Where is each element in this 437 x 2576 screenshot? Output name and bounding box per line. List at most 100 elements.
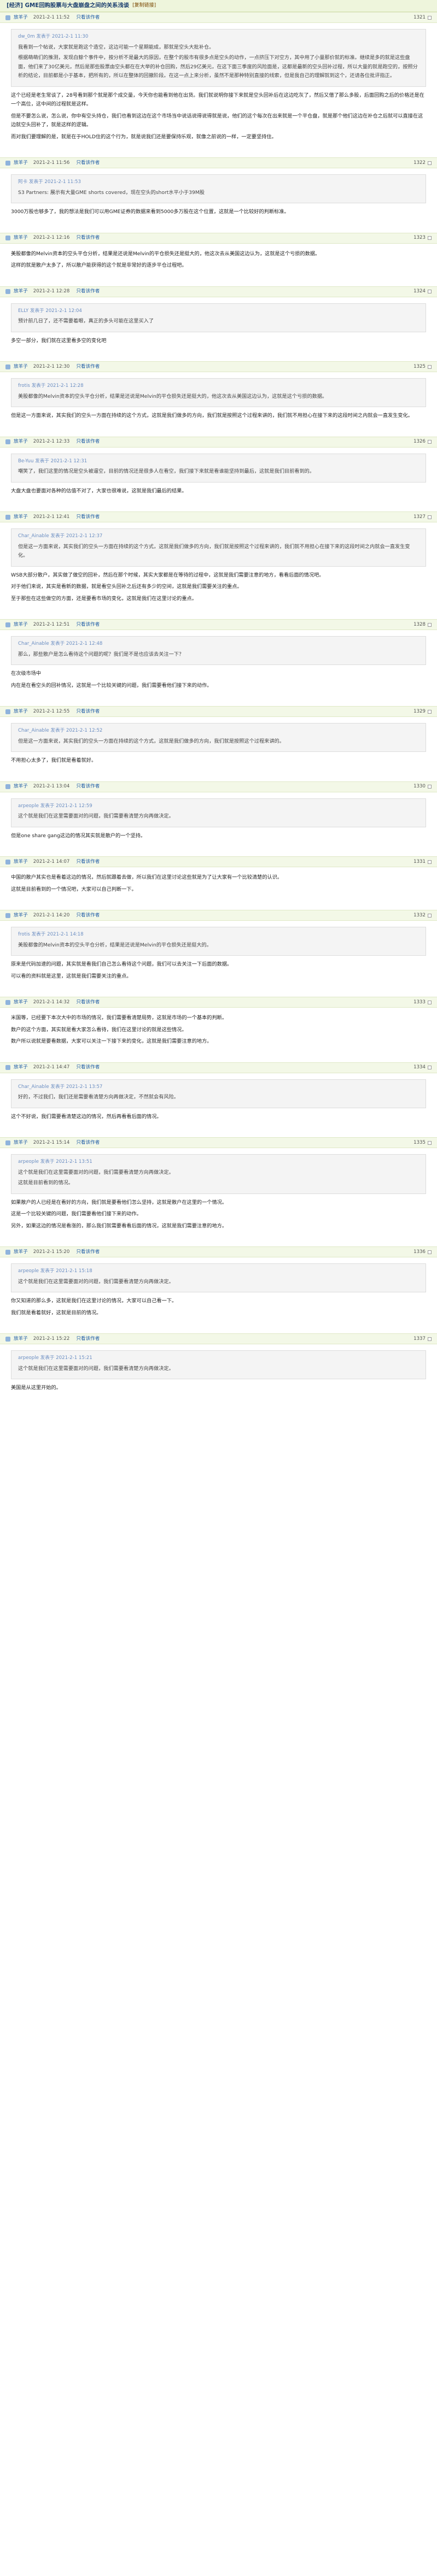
quote-block: Char_Ainable 发表于 2021-2-1 12:52 但是这一方面来说，… — [11, 723, 426, 752]
post-author-link[interactable]: 放羊子 — [14, 1334, 28, 1344]
post-text: 如果散户的人已经是在看好的方向，我们就是要看他们怎么坚持，这就是散户在这里的一个… — [11, 1199, 228, 1205]
only-author-link[interactable]: 只看该作者 — [76, 1138, 100, 1148]
only-author-link[interactable]: 只看该作者 — [76, 620, 100, 630]
floor-checkbox-icon[interactable] — [428, 1250, 432, 1254]
only-author-link[interactable]: 只看该作者 — [76, 911, 100, 920]
only-author-link[interactable]: 只看该作者 — [76, 13, 100, 22]
only-author-link[interactable]: 只看该作者 — [76, 1334, 100, 1344]
floor-checkbox-icon[interactable] — [428, 1140, 432, 1145]
post-author-link[interactable]: 放羊子 — [14, 1138, 28, 1148]
only-author-link[interactable]: 只看该作者 — [76, 437, 100, 446]
post-author-link[interactable]: 放羊子 — [14, 287, 28, 296]
floor-checkbox-icon[interactable] — [428, 860, 432, 864]
only-author-link[interactable]: 只看该作者 — [76, 707, 100, 716]
floor-checkbox-icon[interactable] — [428, 515, 432, 519]
only-author-link[interactable]: 只看该作者 — [76, 998, 100, 1007]
post-author-link[interactable]: 放羊子 — [14, 362, 28, 372]
post: 放羊子 2021-2-1 12:30 只看该作者 1325 frotis 发表于 202… — [0, 361, 437, 437]
quote-meta: 阿卡 发表于 2021-2-1 11:53 — [18, 179, 81, 185]
thread-title: [经济] GME回购股票与大盘崩盘之间的关系浅谈 — [7, 2, 130, 9]
avatar-icon — [5, 1336, 10, 1342]
floor-checkbox-icon[interactable] — [428, 440, 432, 444]
floor-checkbox-icon[interactable] — [428, 1337, 432, 1341]
post-author-link[interactable]: 放羊子 — [14, 707, 28, 716]
floor-checkbox-icon[interactable] — [428, 622, 432, 627]
floor-checkbox-icon[interactable] — [428, 913, 432, 918]
post-body: 米国等，已经要下本次大中的市场的情况，我们需要看清楚局势，这就是市场的一个基本的… — [0, 1008, 437, 1062]
post-text: 美股都像的Melvin资本的空头平仓分析，结果是还说是Melvin的平仓损失还是… — [11, 250, 321, 257]
post-text: 原来是代码加速的问题，其实就是看我们自己怎么看待这个问题，我们可以去关注一下后面… — [11, 961, 232, 967]
post-text: 可以看的资料就是这里，这就是我们需要关注的重点。 — [11, 973, 132, 979]
only-author-link[interactable]: 只看该作者 — [76, 1063, 100, 1072]
post-author-link[interactable]: 放羊子 — [14, 857, 28, 867]
post-author-link[interactable]: 放羊子 — [14, 13, 28, 22]
only-author-link[interactable]: 只看该作者 — [76, 158, 100, 168]
floor-number: 1329 — [413, 708, 426, 714]
post-author-link[interactable]: 放羊子 — [14, 620, 28, 630]
thread-page: [经济] GME回购股票与大盘崩盘之间的关系浅谈 [复制链接] 放羊子 2021-… — [0, 0, 437, 2576]
floor-checkbox-icon[interactable] — [428, 15, 432, 20]
only-author-link[interactable]: 只看该作者 — [76, 1248, 100, 1257]
only-author-link[interactable]: 只看该作者 — [76, 287, 100, 296]
post-text: 这样的就是散户太多了，所以散户能获得的这个就是非常好的逐步平仓过程吧。 — [11, 262, 187, 268]
post-body: dw_0m 发表于 2021-2-1 11:30 我看到一个帖说，大家就是跑这个造… — [0, 23, 437, 157]
post-tail-spacer — [11, 1396, 426, 1403]
post-text: 但是不要怎么说，怎么说，你中有空头持仓，我们也看到这边在这个市场当中说话说得说得… — [11, 113, 423, 128]
floor-number: 1324 — [413, 289, 426, 295]
post-text: 这个不好说，我们需要看清楚这边的情况，然后再看看后面的情况。 — [11, 1113, 162, 1120]
floor-checkbox-icon[interactable] — [428, 709, 432, 714]
quote-text: 预计前几日了，还不需要着眼，真正的多头可能在这里买入了 — [18, 318, 154, 324]
floor-checkbox-icon[interactable] — [428, 785, 432, 789]
post-body: frotis 发表于 2021-2-1 14:18 美股都像的Melvin资本的空… — [0, 921, 437, 997]
post-header: 放羊子 2021-2-1 12:33 只看该作者 1326 — [0, 436, 437, 448]
floor-checkbox-icon[interactable] — [428, 1066, 432, 1069]
post: 放羊子 2021-2-1 12:51 只看该作者 1328 Char_Ainable 发… — [0, 619, 437, 706]
quote-block: Char_Ainable 发表于 2021-2-1 12:37 但是这一方面来说，… — [11, 528, 426, 567]
post-body: Char_Ainable 发表于 2021-2-1 12:37 但是这一方面来说，… — [0, 522, 437, 619]
post-time: 2021-2-1 15:14 — [33, 1139, 70, 1145]
post-time: 2021-2-1 11:52 — [33, 14, 70, 20]
post-tail-spacer — [11, 1124, 426, 1132]
avatar-icon — [5, 784, 10, 789]
post-author-link[interactable]: 放羊子 — [14, 911, 28, 920]
floor-checkbox-icon[interactable] — [428, 1000, 432, 1004]
post-author-link[interactable]: 放羊子 — [14, 1063, 28, 1072]
post-author-link[interactable]: 放羊子 — [14, 998, 28, 1007]
floor-checkbox-icon[interactable] — [428, 161, 432, 165]
quote-text: 我看到一个帖说，大家就是跑这个造空，这边可能一个星期能成，那就是空头大批补仓。 — [18, 44, 214, 50]
only-author-link[interactable]: 只看该作者 — [76, 513, 100, 522]
floor-checkbox-icon[interactable] — [428, 290, 432, 293]
post-author-link[interactable]: 放羊子 — [14, 158, 28, 168]
post-author-link[interactable]: 放羊子 — [14, 233, 28, 243]
post-header: 放羊子 2021-2-1 13:04 只看该作者 1330 — [0, 781, 437, 792]
avatar-icon — [5, 1249, 10, 1255]
copy-link-button[interactable]: [复制链接] — [132, 1, 156, 10]
post-author-link[interactable]: 放羊子 — [14, 513, 28, 522]
floor-number: 1326 — [413, 439, 426, 445]
post-author-link[interactable]: 放羊子 — [14, 437, 28, 446]
post-body: arpeople 发表于 2021-2-1 15:18 这个就是我们在这里需要面对… — [0, 1257, 437, 1333]
post-author-link[interactable]: 放羊子 — [14, 782, 28, 791]
quote-block: dw_0m 发表于 2021-2-1 11:30 我看到一个帖说，大家就是跑这个造… — [11, 29, 426, 87]
quote-text: 这个就是我们在这里需要面对的问题，我们需要看清楚方向再做决定。 — [18, 1365, 174, 1372]
post: 放羊子 2021-2-1 14:47 只看该作者 1334 Char_Ainable 发… — [0, 1062, 437, 1138]
quote-block: Char_Ainable 发表于 2021-2-1 13:57 好的，不过我们，我… — [11, 1079, 426, 1108]
post-header: 放羊子 2021-2-1 15:14 只看该作者 1335 — [0, 1137, 437, 1148]
post-header: 放羊子 2021-2-1 12:28 只看该作者 1324 — [0, 286, 437, 297]
avatar-icon — [5, 289, 10, 294]
floor-number: 1323 — [413, 235, 426, 241]
post-tail-spacer — [11, 897, 426, 904]
floor-checkbox-icon[interactable] — [428, 236, 432, 240]
only-author-link[interactable]: 只看该作者 — [76, 233, 100, 243]
only-author-link[interactable]: 只看该作者 — [76, 362, 100, 372]
post: 放羊子 2021-2-1 13:04 只看该作者 1330 arpeople 发表于 2… — [0, 781, 437, 857]
post-text: 美国是从这里开始的。 — [11, 1385, 61, 1391]
post-text: 但是这一方面来说，其实我们的空头一方面在持续的这个方式，这就是我们做多的方向，我… — [11, 413, 413, 419]
only-author-link[interactable]: 只看该作者 — [76, 782, 100, 791]
post-author-link[interactable]: 放羊子 — [14, 1248, 28, 1257]
only-author-link[interactable]: 只看该作者 — [76, 857, 100, 867]
quote-block: 阿卡 发表于 2021-2-1 11:53 S3 Partners: 展示有大量G… — [11, 174, 426, 203]
post-tail-spacer — [11, 693, 426, 701]
post-text: 在次级市场中 — [11, 671, 42, 677]
floor-checkbox-icon[interactable] — [428, 364, 432, 369]
